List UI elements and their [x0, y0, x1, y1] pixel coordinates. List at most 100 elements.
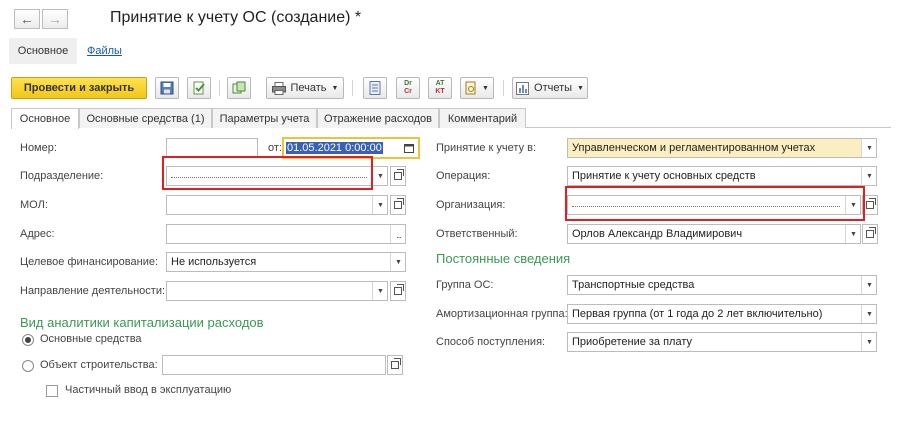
back-button[interactable]: ← — [14, 9, 40, 29]
organization-field[interactable]: ▼ — [567, 195, 861, 215]
chevron-down-icon[interactable]: ▼ — [845, 196, 860, 214]
arrow-left-icon: ← — [20, 11, 34, 27]
create-based-on-button[interactable] — [227, 77, 251, 99]
os-group-label: Группа ОС: — [436, 279, 494, 291]
chevron-down-icon: ▼ — [331, 84, 339, 92]
open-form-icon — [394, 284, 404, 295]
tab-fixed-assets[interactable]: Основные средства (1) — [79, 108, 212, 128]
mol-label: МОЛ: — [20, 199, 48, 211]
open-form-icon — [866, 198, 876, 209]
chevron-down-icon[interactable]: ▼ — [845, 225, 860, 243]
chevron-down-icon[interactable]: ▼ — [861, 167, 876, 185]
department-label: Подразделение: — [20, 170, 104, 182]
printer-icon — [271, 81, 286, 95]
financing-label: Целевое финансирование: — [20, 256, 159, 268]
department-open-button[interactable] — [390, 166, 406, 186]
date-from-label: от: — [268, 142, 282, 154]
responsible-open-button[interactable] — [862, 224, 878, 244]
address-field[interactable]: ... — [166, 224, 406, 244]
chevron-down-icon[interactable]: ▼ — [372, 167, 387, 185]
operation-select[interactable]: Принятие к учету основных средств ▼ — [567, 166, 877, 186]
tab-label: Комментарий — [447, 112, 518, 125]
tab-comment[interactable]: Комментарий — [439, 108, 526, 128]
number-label: Номер: — [20, 142, 57, 154]
toolbar-divider — [219, 80, 220, 96]
analytics-section-title: Вид аналитики капитализации расходов — [20, 315, 264, 330]
chevron-down-icon[interactable]: ▼ — [372, 282, 387, 300]
reports-icon — [516, 81, 530, 95]
date-field[interactable]: 01.05.2021 0:00:00 — [282, 137, 420, 159]
number-field[interactable] — [166, 138, 258, 158]
post-and-close-button[interactable]: Провести и закрыть — [11, 77, 147, 99]
input-dotted-underline — [572, 206, 840, 207]
toolbar-divider — [352, 80, 353, 96]
toolbar-divider — [503, 80, 504, 96]
permanent-section-title: Постоянные сведения — [436, 251, 571, 266]
chevron-down-icon[interactable]: ▼ — [861, 333, 876, 351]
docnav-main[interactable]: Основное — [9, 38, 77, 64]
tab-label: Основное — [19, 113, 71, 125]
journal-button[interactable] — [363, 77, 387, 99]
tab-accounting-params[interactable]: Параметры учета — [212, 108, 317, 128]
tab-label: Параметры учета — [219, 112, 310, 125]
open-form-icon — [394, 198, 404, 209]
open-form-icon — [391, 358, 401, 369]
responsible-field[interactable]: Орлов Александр Владимирович ▼ — [567, 224, 861, 244]
operation-label: Операция: — [436, 170, 491, 182]
responsible-label: Ответственный: — [436, 228, 518, 240]
date-value: 01.05.2021 0:00:00 — [286, 142, 383, 154]
construction-open-button[interactable] — [387, 355, 403, 375]
partial-commissioning-checkbox[interactable] — [46, 385, 58, 397]
mol-field[interactable]: ▼ — [166, 195, 388, 215]
docnav-files-link[interactable]: Файлы — [87, 45, 122, 57]
acceptance-select[interactable]: Управленческом и регламентированном учет… — [567, 138, 877, 158]
organization-open-button[interactable] — [862, 195, 878, 215]
page-title: Принятие к учету ОС (создание) * — [110, 9, 362, 26]
chevron-down-icon[interactable]: ▼ — [861, 276, 876, 294]
tab-label: Основные средства (1) — [86, 112, 205, 125]
receipt-method-label: Способ поступления: — [436, 336, 546, 348]
construction-field[interactable] — [162, 355, 386, 375]
floppy-disk-icon — [160, 81, 174, 95]
print-label: Печать — [290, 82, 327, 94]
at-kt-button[interactable]: AT KT — [428, 77, 452, 99]
post-document-icon — [193, 81, 205, 95]
mol-open-button[interactable] — [390, 195, 406, 215]
tab-label: Отражение расходов — [323, 112, 433, 125]
chevron-down-icon[interactable]: ▼ — [390, 253, 405, 271]
radio-construction[interactable] — [22, 360, 34, 372]
post-button[interactable] — [187, 77, 211, 99]
tab-main[interactable]: Основное — [11, 108, 79, 129]
attachments-button[interactable]: ▼ — [460, 77, 494, 99]
chevron-down-icon[interactable]: ▼ — [861, 305, 876, 323]
docnav-main-label: Основное — [17, 45, 69, 57]
direction-open-button[interactable] — [390, 281, 406, 301]
tab-expense-reflection[interactable]: Отражение расходов — [317, 108, 439, 128]
reports-label: Отчеты — [534, 82, 573, 94]
department-field[interactable]: ▼ — [166, 166, 388, 186]
dt-kt-button[interactable]: Dr Cr — [396, 77, 420, 99]
print-button[interactable]: Печать ▼ — [266, 77, 344, 99]
os-group-select[interactable]: Транспортные средства ▼ — [567, 275, 877, 295]
chevron-down-icon[interactable]: ▼ — [861, 139, 876, 157]
financing-select[interactable]: Не используется ▼ — [166, 252, 406, 272]
create-based-icon — [232, 81, 246, 94]
organization-label: Организация: — [436, 199, 506, 211]
radio-construction-label: Объект строительства: — [40, 359, 158, 371]
debit-credit-icon: Dr Cr — [404, 80, 412, 95]
save-button[interactable] — [155, 77, 179, 99]
radio-fixed-assets[interactable] — [22, 334, 34, 346]
calendar-icon[interactable] — [402, 141, 416, 155]
chevron-down-icon[interactable]: ▼ — [372, 196, 387, 214]
ellipsis-icon[interactable]: ... — [390, 225, 405, 243]
chevron-down-icon: ▼ — [577, 84, 584, 92]
receipt-method-select[interactable]: Приобретение за плату ▼ — [567, 332, 877, 352]
depr-group-select[interactable]: Первая группа (от 1 года до 2 лет включи… — [567, 304, 877, 324]
arrow-right-icon: → — [48, 11, 62, 27]
reports-button[interactable]: Отчеты ▼ — [512, 77, 588, 99]
direction-field[interactable]: ▼ — [166, 281, 388, 301]
paperclip-document-icon — [465, 81, 476, 95]
forward-button[interactable]: → — [42, 9, 68, 29]
post-and-close-label: Провести и закрыть — [23, 82, 135, 94]
at-kt-icon: AT KT — [435, 80, 445, 95]
